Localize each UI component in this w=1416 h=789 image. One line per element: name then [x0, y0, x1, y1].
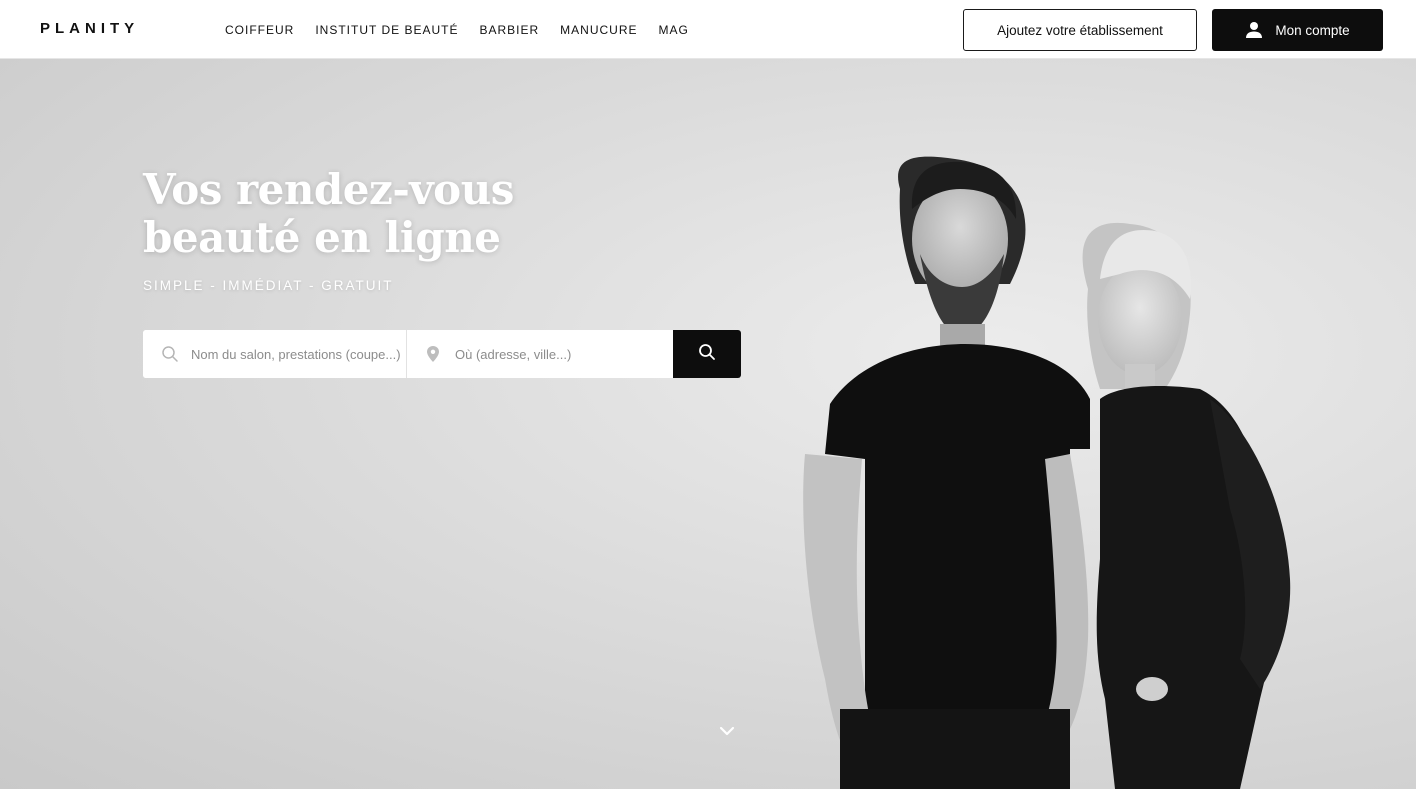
where-field [407, 330, 673, 378]
search-icon [161, 345, 179, 368]
hero-title: Vos rendez-vous beauté en ligne [143, 166, 563, 262]
top-navigation-bar: PLANITY COIFFEUR INSTITUT DE BEAUTÉ BARB… [0, 0, 1416, 59]
search-submit-button[interactable] [673, 330, 741, 378]
user-icon [1245, 21, 1263, 39]
hero-title-line-1: Vos rendez-vous [143, 165, 514, 214]
chevron-down-icon [717, 725, 737, 742]
nav-item-institut-de-beaute[interactable]: INSTITUT DE BEAUTÉ [315, 23, 458, 37]
nav-item-coiffeur[interactable]: COIFFEUR [225, 23, 294, 37]
add-business-label: Ajoutez votre établissement [997, 22, 1163, 38]
my-account-label: Mon compte [1275, 22, 1350, 38]
nav-item-mag[interactable]: MAG [659, 23, 689, 37]
main-nav: COIFFEUR INSTITUT DE BEAUTÉ BARBIER MANU… [225, 23, 710, 37]
search-icon [698, 343, 716, 366]
location-pin-icon [425, 345, 441, 368]
hero-section: Vos rendez-vous beauté en ligne SIMPLE -… [0, 59, 1416, 789]
scroll-down-button[interactable] [717, 724, 737, 743]
planity-logo[interactable]: PLANITY [40, 20, 139, 37]
my-account-button[interactable]: Mon compte [1212, 9, 1383, 51]
hero-photo [803, 156, 1291, 789]
add-business-button[interactable]: Ajoutez votre établissement [963, 9, 1197, 51]
search-bar [143, 330, 741, 378]
what-field [143, 330, 407, 378]
hero-title-line-2: beauté en ligne [143, 213, 501, 262]
nav-item-barbier[interactable]: BARBIER [479, 23, 539, 37]
location-search-input[interactable] [407, 330, 673, 378]
hero-subtitle: SIMPLE - IMMÉDIAT - GRATUIT [143, 278, 394, 293]
nav-item-manucure[interactable]: MANUCURE [560, 23, 637, 37]
salon-service-search-input[interactable] [143, 330, 406, 378]
